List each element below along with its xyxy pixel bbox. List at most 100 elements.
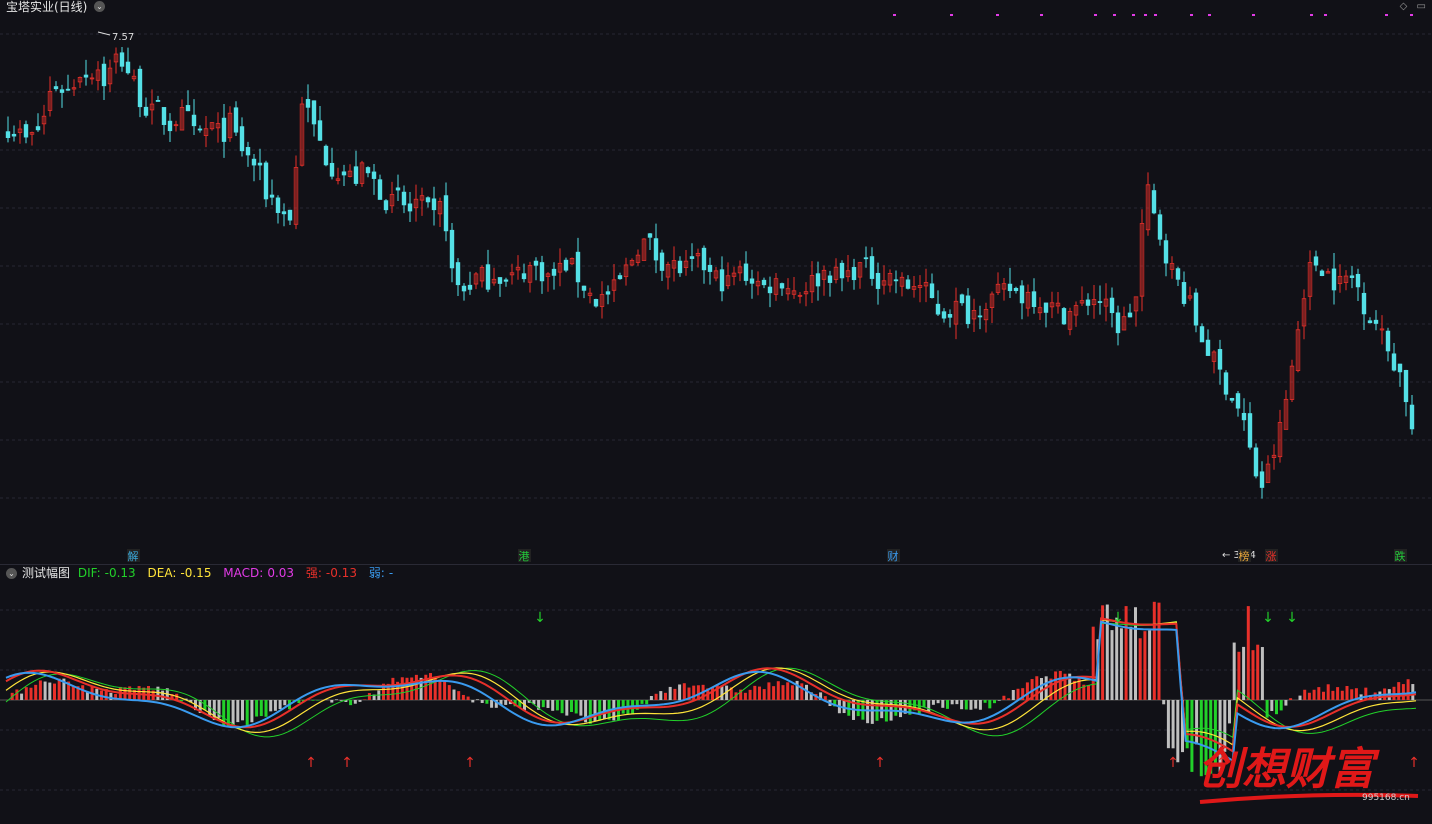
watermark-text: 创想财富 [1198,744,1380,795]
candle-body [863,257,869,260]
macd-bar [400,677,404,700]
signal-dot [1208,14,1211,16]
dea-label: DEA: [147,566,177,580]
candle-body [593,299,599,307]
dea-value: -0.15 [180,566,212,580]
candle-body [221,117,227,142]
macd-bar [1195,700,1199,745]
macd-bar [955,700,959,705]
macd-bar [1110,630,1114,700]
candle-body [1313,256,1319,266]
macd-bar [71,686,75,700]
candle-body [1409,404,1415,430]
candle-body [1085,299,1091,306]
event-marker: 榜 [1238,549,1251,562]
macd-bar [1275,700,1278,715]
candle-body [1385,330,1391,352]
candle-body [539,262,545,282]
candle-body [365,167,371,174]
candle-body [5,131,11,138]
signal-dot [1154,14,1157,16]
buy-arrow: ↑ [341,755,353,771]
buy-arrow: ↑ [464,755,476,771]
macd-bar [48,682,52,700]
macd-bar [283,700,287,706]
macd-bar [1340,690,1344,700]
candle-body [767,286,773,294]
candle-body [1181,282,1187,304]
macd-bar [259,700,263,717]
candle-body [707,264,713,272]
signal-dot [1144,14,1147,16]
candle-body [1235,393,1241,409]
macd-bar [1397,682,1401,700]
macd-bar [654,693,658,700]
macd-bar [1260,647,1264,700]
macd-bar [29,687,33,700]
macd-bar [767,682,771,700]
macd-bar [978,700,982,710]
macd-bar [1087,685,1090,700]
macd-bar [1129,626,1133,700]
macd-bar [1143,631,1147,700]
candle-body [659,252,665,271]
macd-bar [1331,690,1335,700]
macd-bar [1298,695,1302,700]
diamond-icon[interactable]: ◇ [1400,1,1408,12]
candle-body [425,197,431,203]
signal-dot [996,14,999,16]
menu-icon[interactable]: ▭ [1417,1,1426,12]
macd-bar [1326,684,1330,700]
macd-bar [856,700,860,717]
chevron-down-icon[interactable]: ⌄ [6,568,17,579]
macd-bar [1228,700,1231,724]
macd-bar [316,700,320,701]
macd-bar [988,700,992,709]
macd-bar [560,700,564,714]
macd-bar [1148,630,1152,700]
candle-body [341,171,347,176]
macd-bar [720,685,724,700]
macd-bar [790,685,794,700]
macd-bar [1011,690,1015,700]
candle-body [167,120,173,132]
macd-bar [457,691,461,700]
candle-body [125,61,131,74]
macd-bar [668,686,672,700]
macd-bar [866,700,870,724]
macd-bar [1406,679,1410,700]
macd-bar [330,700,334,703]
candle-body [269,194,275,198]
macd-bar [405,677,409,700]
candle-body [905,279,911,289]
macd-bar [335,699,338,700]
candle-body [371,171,377,179]
macd-bar [1303,689,1307,700]
macd-bar [1058,670,1062,700]
candle-body [701,247,707,271]
candle-body [275,197,281,213]
candle-body [869,256,875,279]
macd-bar [1162,700,1166,705]
candle-body [935,303,941,315]
chevron-down-icon[interactable]: ⌄ [94,1,105,12]
candle-body [401,191,407,206]
candle-body [65,88,71,91]
signal-dot [1385,14,1388,16]
macd-bar [673,688,677,700]
macd-bar [278,700,282,710]
window-title: 宝塔实业(日线) [6,0,88,14]
macd-bar [645,700,649,705]
macd-bar [682,683,686,700]
candle-body [719,269,725,292]
weak-label: 弱: [368,566,385,580]
candle-body [1253,447,1259,477]
candle-body [155,100,161,102]
macd-bar [438,679,442,700]
candle-body [581,285,587,291]
watermark-url: 995168.cn [1362,793,1410,803]
macd-bar [447,685,451,700]
candle-body [323,145,329,166]
candle-body [455,262,461,286]
macd-bar [941,700,945,708]
